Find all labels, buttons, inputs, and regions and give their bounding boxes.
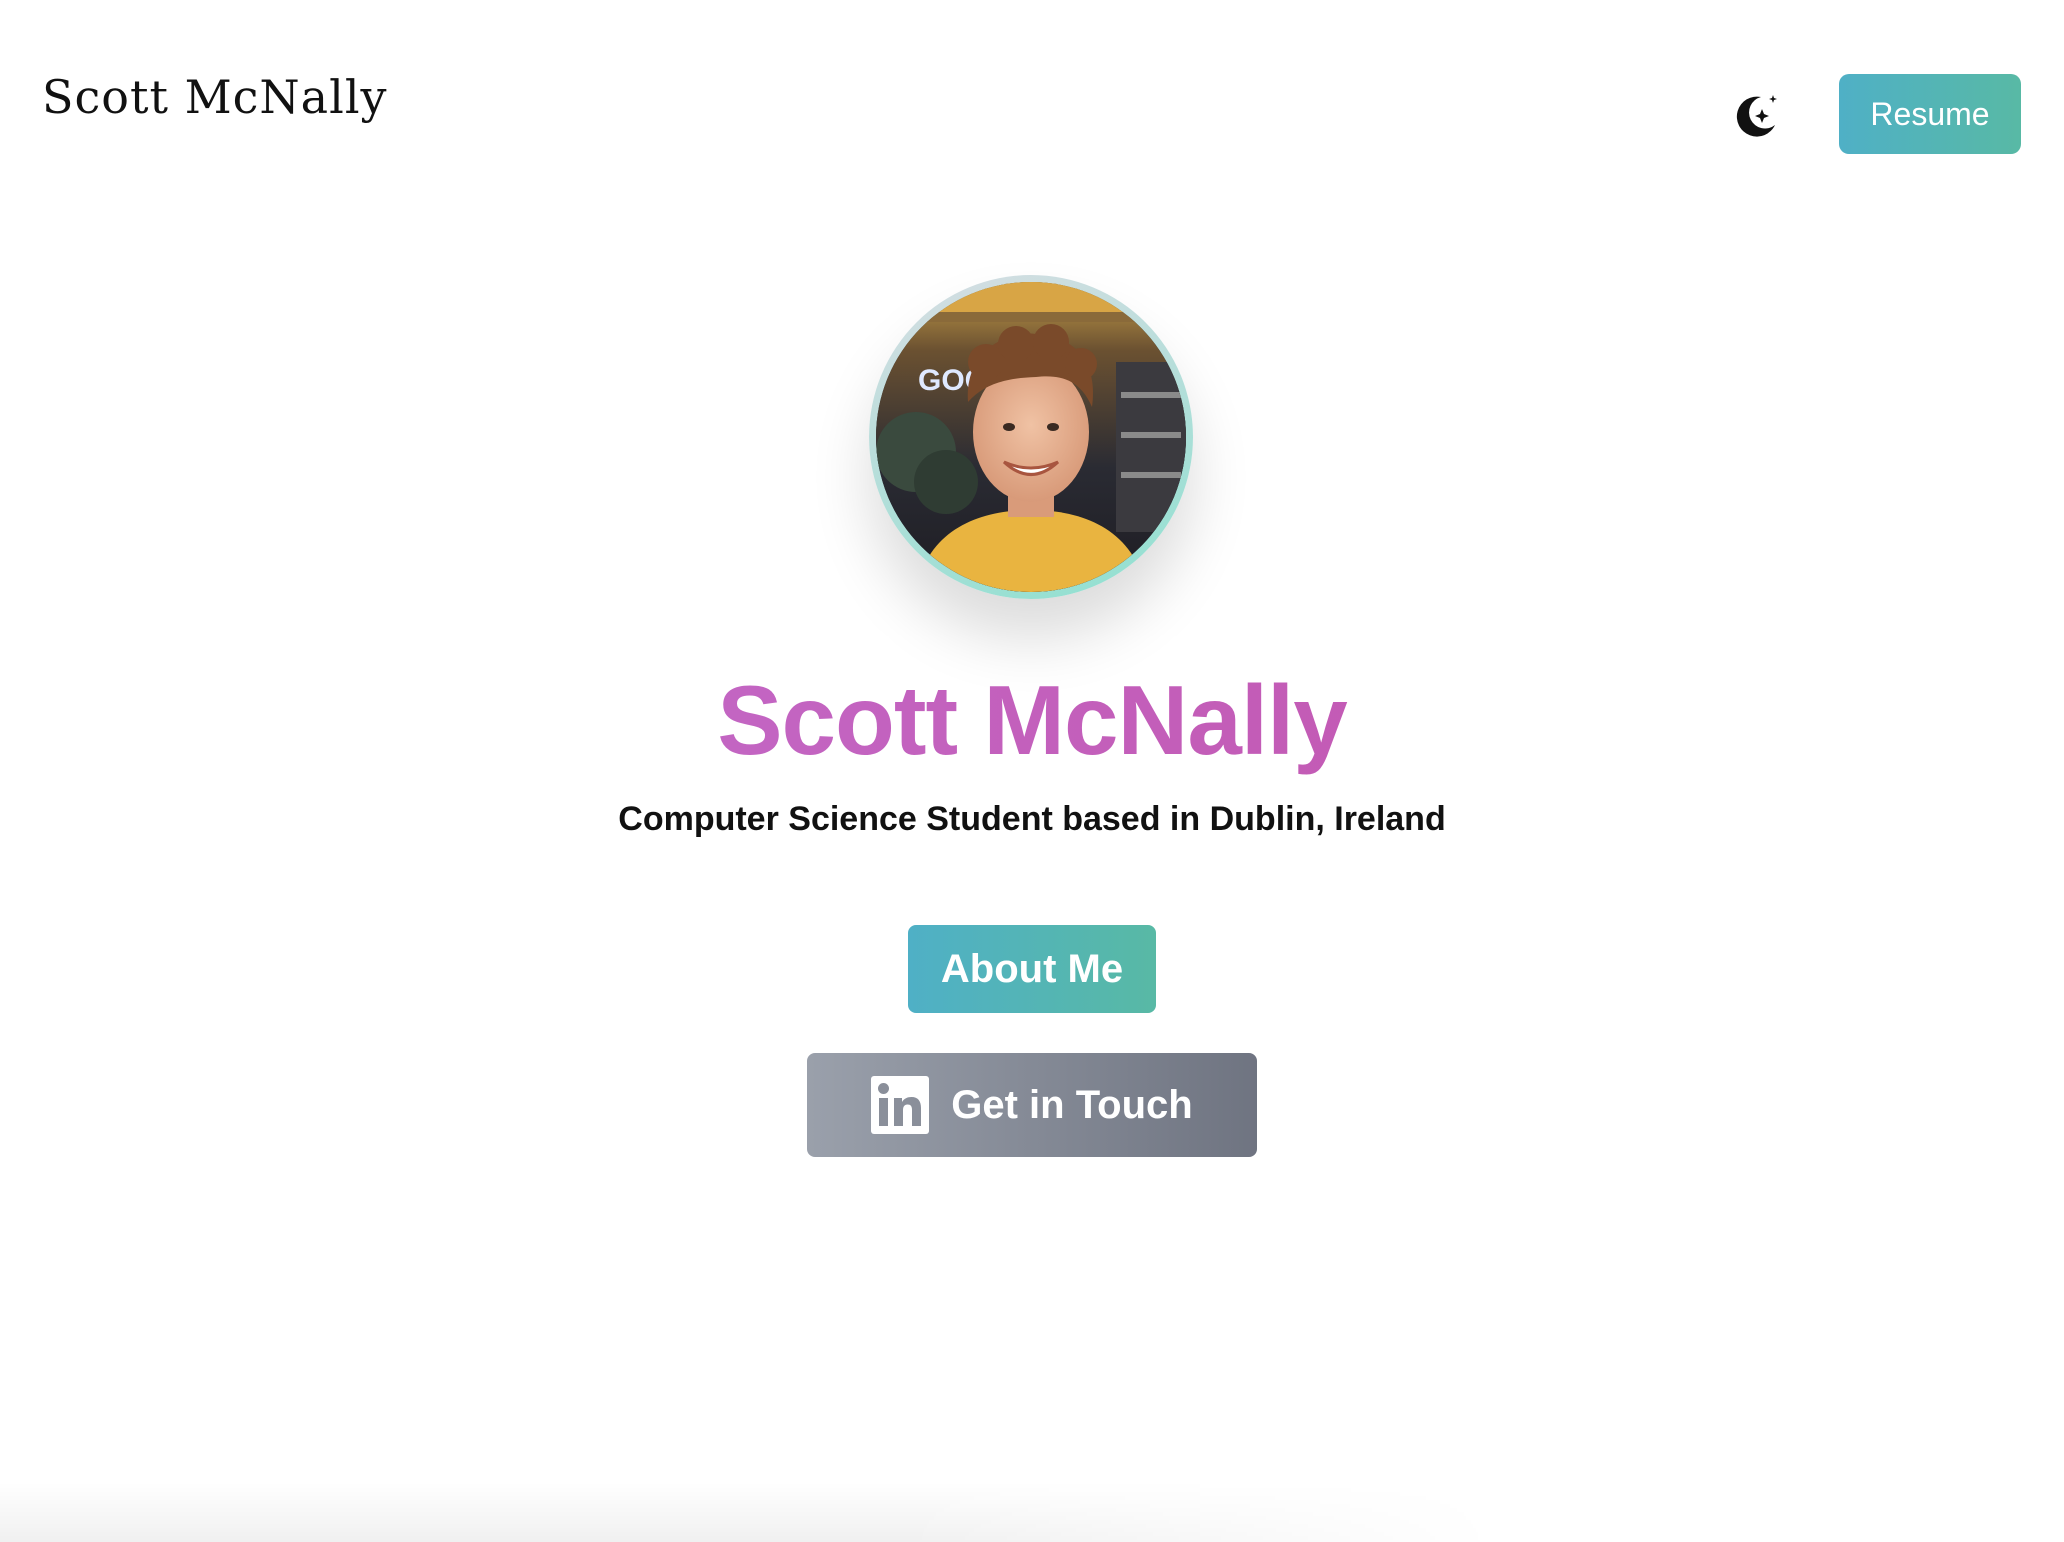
get-in-touch-button[interactable]: Get in Touch	[807, 1053, 1257, 1157]
brand-logo[interactable]: Scott McNally	[42, 70, 388, 124]
get-in-touch-label: Get in Touch	[951, 1082, 1193, 1127]
avatar: GOO	[869, 275, 1193, 599]
theme-toggle[interactable]	[1730, 88, 1782, 140]
about-me-button[interactable]: About Me	[908, 925, 1156, 1013]
resume-button[interactable]: Resume	[1839, 74, 2021, 154]
moon-stars-icon	[1736, 95, 1777, 137]
page-title: Scott McNally	[0, 664, 2064, 777]
subtitle: Computer Science Student based in Dublin…	[618, 800, 1446, 838]
bottom-shadow	[0, 1482, 1500, 1542]
profile-photo: GOO	[876, 282, 1186, 592]
linkedin-icon	[871, 1076, 930, 1134]
page: Scott McNally Resume GOO Scott McNally C…	[0, 0, 2064, 1542]
